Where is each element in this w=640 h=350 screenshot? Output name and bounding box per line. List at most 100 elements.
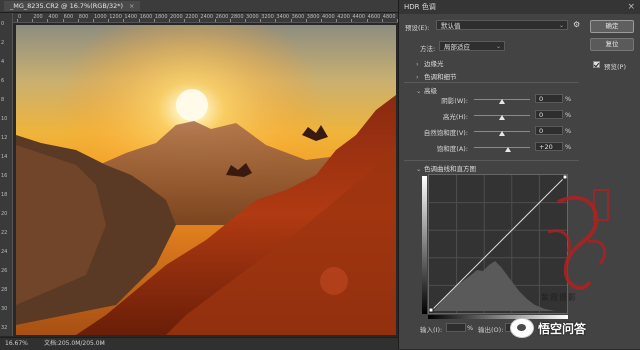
method-select[interactable]: 局部适应 ⌄ — [439, 41, 505, 51]
preset-value: 默认值 — [441, 22, 461, 30]
ruler-tick-label: 4400 — [352, 14, 366, 20]
ruler-tick-label: 20 — [1, 211, 8, 217]
ruler-tick-label: 2400 — [200, 14, 214, 20]
photo-canvas[interactable] — [16, 25, 396, 335]
status-arrow-icon[interactable]: > — [100, 338, 105, 350]
ruler-tick-label: 1800 — [154, 14, 168, 20]
brand-text: 悟空问答 — [538, 321, 587, 336]
chevron-right-icon: › — [416, 73, 419, 81]
section-edge-glow[interactable]: › 边缘光 — [416, 58, 444, 68]
ruler-tick-label: 2800 — [230, 14, 244, 20]
slider-unit: % — [565, 127, 572, 135]
slider-value-field[interactable]: 0 — [535, 94, 563, 103]
section-tone-detail[interactable]: › 色调和细节 — [416, 71, 457, 81]
ruler-tick-label: 32 — [1, 325, 8, 331]
ruler-tick-label: 600 — [63, 14, 74, 20]
slider-value-field[interactable]: 0 — [535, 126, 563, 135]
ruler-tick — [381, 19, 383, 22]
watermark-text: 紫霞摄影 — [541, 293, 577, 302]
slider-thumb[interactable] — [499, 99, 505, 104]
slider-label: 阴影(W): — [441, 97, 468, 105]
preset-label: 预设(E): — [405, 24, 430, 32]
preview-label: 预览(P) — [604, 63, 626, 71]
ruler-tick-label: 6 — [1, 78, 5, 84]
chevron-down-icon: ⌄ — [416, 165, 422, 173]
ruler-tick — [77, 19, 79, 22]
ruler-tick — [199, 19, 201, 22]
vertical-ruler[interactable]: 0 2 4 6 8 10 12 14 16 18 20 22 24 26 28 30 32 — [0, 13, 13, 336]
reset-button[interactable]: 复位 — [590, 38, 634, 51]
chevron-down-icon: ⌄ — [558, 22, 564, 29]
ruler-tick — [260, 19, 262, 22]
ruler-tick-label: 12 — [1, 135, 8, 141]
curve-input-field[interactable] — [446, 323, 466, 332]
ruler-tick — [108, 19, 110, 22]
ruler-tick — [153, 19, 155, 22]
ruler-tick-label: 26 — [1, 268, 8, 274]
method-label: 方法: — [420, 45, 436, 53]
ruler-tick — [290, 19, 292, 22]
ruler-tick — [229, 19, 231, 22]
ruler-tick — [47, 19, 49, 22]
ruler-tick-label: 0 — [18, 14, 22, 20]
ruler-tick — [366, 19, 368, 22]
ruler-tick-label: 4000 — [322, 14, 335, 20]
horizontal-ruler[interactable]: 0 200 400 600 800 1000 1200 1400 1600 1800 2000 220… — [12, 13, 411, 23]
curve-input-unit: % — [467, 324, 474, 332]
ruler-tick-label: 3800 — [306, 14, 320, 20]
slider-thumb[interactable] — [499, 131, 505, 136]
gear-icon[interactable]: ⚙ — [573, 20, 580, 29]
ruler-tick — [169, 19, 170, 22]
ruler-tick — [351, 19, 353, 22]
wukong-logo-icon — [510, 318, 534, 338]
method-value: 局部适应 — [444, 43, 470, 51]
curve-output-label: 输出(O): — [478, 326, 504, 334]
document-window: _MG_8235.CR2 @ 16.7%(RGB/32*) × 0 200 400 60… — [0, 0, 411, 350]
slider-value-field[interactable]: 0 — [535, 110, 563, 119]
ruler-tick-label: 28 — [1, 287, 8, 293]
document-tab-bar: _MG_8235.CR2 @ 16.7%(RGB/32*) × — [0, 0, 398, 13]
slider-label: 自然饱和度(V): — [423, 129, 468, 137]
ruler-tick — [245, 19, 246, 22]
ruler-tick — [62, 19, 64, 22]
slider-unit: % — [565, 143, 572, 151]
slider-label: 饱和度(A): — [436, 145, 468, 153]
section-advanced[interactable]: ⌄ 高级 — [416, 85, 437, 95]
ruler-tick-label: 3400 — [276, 14, 290, 20]
ruler-tick-label: 800 — [78, 14, 89, 20]
ruler-tick — [321, 19, 322, 22]
document-tab[interactable]: _MG_8235.CR2 @ 16.7%(RGB/32*) × — [4, 1, 141, 11]
dialog-title-bar: HDR 色调 × — [399, 0, 640, 14]
ruler-tick — [138, 19, 140, 22]
document-info: 文档:205.0M/205.0M — [44, 340, 105, 347]
ok-button[interactable]: 确定 — [590, 20, 634, 33]
close-icon[interactable]: × — [627, 0, 635, 14]
slider-thumb[interactable] — [499, 115, 505, 120]
ruler-tick-label: 16 — [1, 173, 8, 179]
ruler-tick-label: 24 — [1, 249, 8, 255]
ruler-tick — [123, 19, 125, 22]
ruler-tick-label: 200 — [33, 14, 43, 20]
slider-value-field[interactable]: +20 — [535, 142, 563, 151]
ruler-tick-label: 4800 — [382, 14, 396, 20]
status-bar: 16.67% 文档:205.0M/205.0M > — [0, 337, 398, 350]
ruler-tick-label: 14 — [1, 154, 8, 160]
slider-track[interactable] — [474, 147, 530, 148]
ruler-tick — [275, 19, 277, 22]
chevron-right-icon: › — [416, 60, 419, 68]
close-icon[interactable]: × — [129, 2, 134, 10]
wukong-brand: 悟空问答 — [510, 316, 586, 340]
sunrise-mountain-photo — [16, 25, 396, 335]
preset-select[interactable]: 默认值 ⌄ — [436, 20, 568, 30]
preview-checkbox[interactable] — [593, 61, 600, 68]
ruler-tick-label: 400 — [48, 14, 58, 20]
section-curve[interactable]: ⌄ 色调曲线和直方图 — [416, 163, 476, 173]
ruler-tick-label: 30 — [1, 306, 8, 312]
slider-thumb[interactable] — [504, 147, 511, 152]
zoom-level[interactable]: 16.67% — [5, 338, 28, 350]
dialog-title: HDR 色调 — [404, 3, 436, 11]
slider-unit: % — [565, 111, 572, 119]
slider-unit: % — [565, 95, 572, 103]
ruler-tick — [93, 19, 94, 22]
ruler-tick-label: 2000 — [170, 14, 183, 20]
